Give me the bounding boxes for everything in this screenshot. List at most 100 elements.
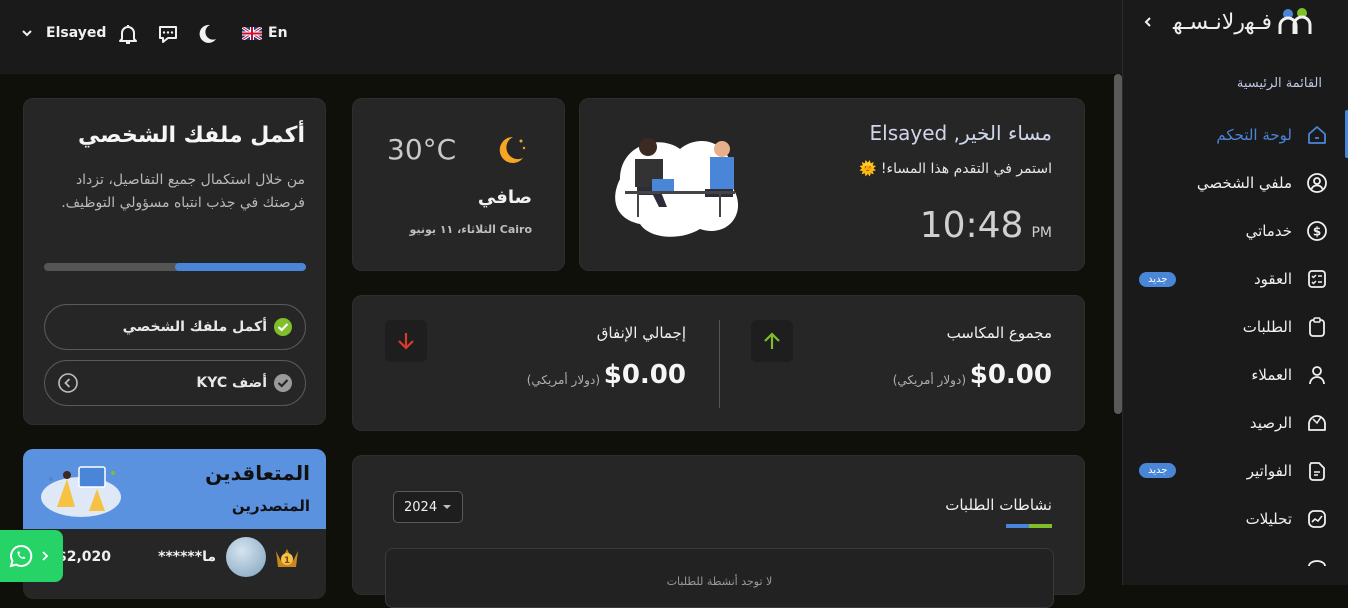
sidebar-item-invoices[interactable]: الفواتير xyxy=(1247,460,1328,482)
stats-card: مجموع المكاسب $0.00 (دولار أمريكي) إجمال… xyxy=(352,295,1085,431)
top-contractors-header: المتعاقدين المتصدرين xyxy=(23,449,326,529)
home-icon xyxy=(1308,126,1326,144)
notifications-button[interactable] xyxy=(116,22,140,46)
caret-down-icon xyxy=(443,505,451,509)
celebration-illustration xyxy=(41,466,121,517)
bell-icon xyxy=(119,25,137,44)
user-name: Elsayed xyxy=(46,25,107,41)
contractor-amount: $2,020 xyxy=(57,549,112,565)
more-icon xyxy=(1308,560,1326,567)
sidebar-item-services[interactable]: $ خدماتي xyxy=(1246,220,1328,242)
stats-divider xyxy=(719,320,720,408)
sidebar-item-label: تحليلات xyxy=(1245,510,1292,528)
order-activity-card: نشاطات الطلبات 2024 لا توجد أنشطة للطلبا… xyxy=(352,455,1085,608)
year-select-value: 2024 xyxy=(404,499,438,515)
clock-time: 10:48 xyxy=(919,205,1024,246)
check-circle-muted-icon xyxy=(274,374,292,392)
chevron-right-icon xyxy=(42,551,49,561)
user-menu[interactable]: Elsayed xyxy=(20,25,106,41)
theme-toggle[interactable] xyxy=(195,22,219,46)
profile-card-description: من خلال استكمال جميع التفاصيل، تزداد فرص… xyxy=(61,172,305,211)
sidebar-collapse-button[interactable] xyxy=(1141,14,1155,33)
profile-progress-bar xyxy=(44,263,306,271)
clipboard-icon xyxy=(1309,317,1325,337)
temperature: 30°C xyxy=(387,133,457,166)
spending-value: $0.00 xyxy=(603,360,686,390)
sidebar-item-clients[interactable]: العملاء xyxy=(1251,364,1328,386)
dollar-circle-icon: $ xyxy=(1307,221,1327,241)
spending-trend xyxy=(385,320,427,362)
weather-card: 30°C صافي Cairo الثلاثاء، ١١ يونيو xyxy=(352,98,565,271)
weather-location-date: Cairo الثلاثاء، ١١ يونيو xyxy=(409,223,532,236)
activity-chart-area: لا توجد أنشطة للطلبات xyxy=(385,548,1054,608)
new-badge: جديد xyxy=(1139,272,1177,287)
svg-text:1: 1 xyxy=(284,556,290,566)
chevron-down-icon xyxy=(22,30,32,37)
whatsapp-button[interactable] xyxy=(0,530,63,582)
earnings-trend xyxy=(751,320,793,362)
sidebar: فـﮭرلانـسـﮭ القائمة الرئيسية لوحة التحكم… xyxy=(1122,0,1348,585)
arrow-left-circle-icon[interactable] xyxy=(57,372,79,394)
analytics-icon xyxy=(1308,510,1326,528)
greeting-title: مساء الخير, Elsayed xyxy=(869,121,1052,145)
sidebar-item-label: العملاء xyxy=(1251,366,1292,384)
sidebar-item-dashboard[interactable]: لوحة التحكم xyxy=(1216,124,1328,146)
person-icon xyxy=(1309,366,1325,385)
sidebar-item-profile[interactable]: ملفي الشخصي xyxy=(1197,172,1328,194)
clock-period: PM xyxy=(1031,225,1052,241)
svg-text:$: $ xyxy=(1313,225,1321,239)
earnings-currency: (دولار أمريكي) xyxy=(892,373,966,387)
profile-completion-card: أكمل ملفك الشخصي من خلال استكمال جميع ال… xyxy=(23,98,326,425)
sidebar-item-label: الطلبات xyxy=(1242,318,1292,336)
contractor-name: ما****** xyxy=(158,549,216,565)
profile-card-title: أكمل ملفك الشخصي xyxy=(78,123,305,148)
language-switcher[interactable]: En xyxy=(242,25,288,41)
clock: 10:48 PM xyxy=(920,205,1052,246)
year-select[interactable]: 2024 xyxy=(393,491,463,523)
activity-empty-text: لا توجد أنشطة للطلبات xyxy=(666,575,773,588)
top-contractor-entry[interactable]: $2,020 ما****** 1 xyxy=(23,529,326,589)
weather-condition: صافي xyxy=(477,187,532,208)
sidebar-section-title: القائمة الرئيسية xyxy=(1236,76,1322,91)
first-place-medal-icon: 1 xyxy=(276,549,298,567)
task-label: أكمل ملفك الشخصي xyxy=(122,319,267,335)
sidebar-item-label: الفواتير xyxy=(1246,462,1292,480)
earnings-value: $0.00 xyxy=(969,360,1052,390)
handshake-illustration xyxy=(615,138,739,237)
task-label: أضف KYC xyxy=(196,375,267,391)
task-add-kyc[interactable]: أضف KYC xyxy=(44,360,306,406)
uk-flag-icon xyxy=(242,26,262,40)
sidebar-item-label: ملفي الشخصي xyxy=(1196,174,1292,192)
brand-logo[interactable]: فـﮭرلانـسـﮭ xyxy=(1173,6,1316,38)
earnings-label: مجموع المكاسب xyxy=(946,324,1052,342)
check-circle-icon xyxy=(274,318,292,336)
task-complete-profile[interactable]: أكمل ملفك الشخصي xyxy=(44,304,306,350)
moon-icon xyxy=(199,24,216,43)
sidebar-item-label: لوحة التحكم xyxy=(1216,126,1292,144)
sidebar-item-balance[interactable]: الرصيد xyxy=(1250,412,1328,434)
whatsapp-icon xyxy=(9,544,33,568)
spending-currency: (دولار أمريكي) xyxy=(526,373,600,387)
sidebar-item-orders[interactable]: الطلبات xyxy=(1243,316,1328,338)
profile-progress-fill xyxy=(175,263,306,271)
top-contractors-card: المتعاقدين المتصدرين $2,020 ما****** 1 xyxy=(23,449,326,599)
sidebar-item-label: الرصيد xyxy=(1249,414,1292,432)
messages-button[interactable] xyxy=(156,22,180,46)
chevron-left-icon xyxy=(1144,17,1151,27)
chat-icon xyxy=(159,26,177,43)
activity-title-underline xyxy=(1006,524,1052,528)
sidebar-next-item-icon xyxy=(1306,556,1328,582)
top-contractors-title: المتعاقدين xyxy=(205,461,310,485)
greeting-subtitle: استمر في التقدم هذا المساء! 🌞 xyxy=(859,161,1052,177)
language-label: En xyxy=(268,25,288,41)
moon-weather-icon xyxy=(499,136,526,163)
sidebar-item-contracts[interactable]: العقود xyxy=(1254,268,1328,290)
arrow-down-icon xyxy=(398,333,414,350)
invoice-icon xyxy=(1309,462,1325,481)
main-scrollbar[interactable] xyxy=(1114,74,1122,414)
contract-icon xyxy=(1308,270,1326,288)
spending-label: إجمالي الإنفاق xyxy=(596,324,686,342)
logo-text: فـﮭرلانـسـﮭ xyxy=(1173,9,1273,35)
user-circle-icon xyxy=(1307,173,1327,193)
sidebar-item-analytics[interactable]: تحليلات xyxy=(1246,508,1328,530)
